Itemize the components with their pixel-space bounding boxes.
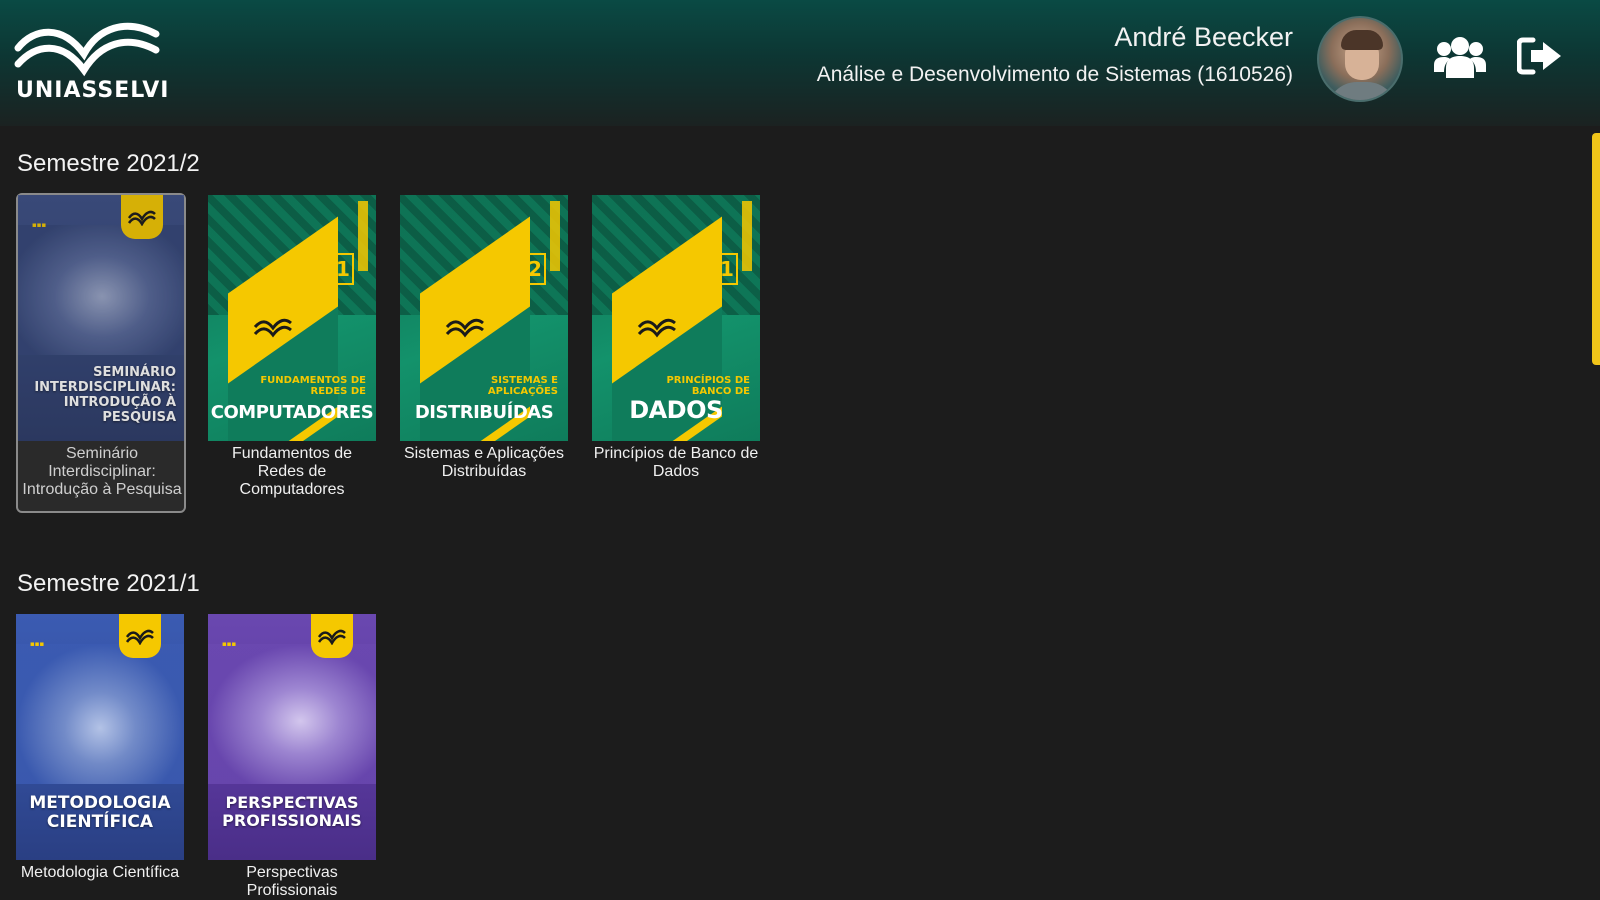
top-header: UNIASSELVI André Beecker Análise e Desen… bbox=[0, 0, 1600, 126]
uniasselvi-logo[interactable]: UNIASSELVI bbox=[14, 14, 168, 106]
cover-logo-tag bbox=[119, 614, 161, 658]
logout-icon bbox=[1517, 37, 1561, 75]
cover-volume: 1 bbox=[332, 253, 354, 285]
course-cover: 2 SISTEMAS E APLICAÇÕES DISTRIBUÍDAS bbox=[400, 195, 568, 441]
cover-side-strip bbox=[742, 201, 752, 271]
course-cover: 1 FUNDAMENTOS DE REDES DE COMPUTADORES bbox=[208, 195, 376, 441]
mini-logo-icon bbox=[253, 318, 292, 338]
cover-volume: 1 bbox=[716, 253, 738, 285]
cover-title: METODOLOGIA CIENTÍFICA bbox=[29, 793, 171, 832]
scrollbar-thumb[interactable] bbox=[1592, 133, 1600, 365]
course-card-seminario[interactable]: ▪▪▪ SEMINÁRIO INTERDISCIPLINAR: INTRODUÇ… bbox=[16, 193, 186, 513]
mini-logo-icon bbox=[445, 318, 484, 338]
users-group-button[interactable] bbox=[1432, 28, 1488, 84]
cover-title: COMPUTADORES bbox=[210, 402, 374, 423]
user-course: Análise e Desenvolvimento de Sistemas (1… bbox=[816, 63, 1293, 86]
cover-title: PERSPECTIVAS PROFISSIONAIS bbox=[222, 793, 362, 830]
course-label: Fundamentos de Redes de Computadores bbox=[231, 445, 353, 498]
course-card-perspectivas[interactable]: ▪▪▪ PERSPECTIVAS PROFISSIONAIS Perspecti… bbox=[208, 614, 378, 900]
logout-button[interactable] bbox=[1512, 28, 1568, 84]
section-title-2021-2: Semestre 2021/2 bbox=[17, 150, 200, 177]
cover-photo bbox=[208, 644, 376, 784]
users-group-icon bbox=[1434, 37, 1486, 78]
cover-title: DISTRIBUÍDAS bbox=[414, 402, 554, 423]
cover-edition-text: ▪▪▪ bbox=[222, 640, 237, 648]
mini-logo-icon bbox=[125, 629, 154, 645]
logo-text: UNIASSELVI bbox=[16, 78, 170, 103]
user-name: André Beecker bbox=[1114, 22, 1293, 52]
course-cover: 1 PRINCÍPIOS DE BANCO DE DADOS bbox=[592, 195, 760, 441]
course-card-metodologia[interactable]: ▪▪▪ METODOLOGIA CIENTÍFICA Metodologia C… bbox=[16, 614, 186, 882]
course-cover: ▪▪▪ METODOLOGIA CIENTÍFICA bbox=[16, 614, 184, 860]
mini-logo-icon bbox=[127, 210, 156, 226]
cover-side-strip bbox=[358, 201, 368, 271]
cover-subtitle: SISTEMAS E APLICAÇÕES bbox=[487, 375, 558, 397]
cover-edition-text: ▪▪▪ bbox=[30, 640, 45, 648]
cover-photo bbox=[18, 225, 184, 355]
mini-logo-icon bbox=[317, 629, 346, 645]
cover-volume: 2 bbox=[524, 253, 546, 285]
cover-title: SEMINÁRIO INTERDISCIPLINAR: INTRODUÇÃO À… bbox=[34, 365, 176, 425]
course-label: Perspectivas Profissionais bbox=[246, 864, 338, 899]
cover-logo-tag bbox=[121, 195, 163, 239]
course-label: Sistemas e Aplicações Distribuídas bbox=[403, 445, 565, 480]
cover-logo-tag bbox=[311, 614, 353, 658]
course-label: Princípios de Banco de Dados bbox=[593, 445, 759, 480]
section-title-2021-1: Semestre 2021/1 bbox=[17, 570, 200, 597]
course-cover: ▪▪▪ PERSPECTIVAS PROFISSIONAIS bbox=[208, 614, 376, 860]
avatar-hair bbox=[1341, 30, 1383, 50]
avatar-shirt bbox=[1327, 82, 1397, 100]
avatar[interactable] bbox=[1317, 16, 1403, 102]
course-label: Seminário Interdisciplinar: Introdução à… bbox=[22, 445, 182, 498]
course-card-redes[interactable]: 1 FUNDAMENTOS DE REDES DE COMPUTADORES F… bbox=[208, 195, 378, 499]
cover-title: DADOS bbox=[629, 396, 723, 424]
cover-side-strip bbox=[550, 201, 560, 271]
cover-subtitle: PRINCÍPIOS DE BANCO DE bbox=[666, 375, 750, 397]
course-label: Metodologia Científica bbox=[20, 864, 180, 881]
course-card-distribuidas[interactable]: 2 SISTEMAS E APLICAÇÕES DISTRIBUÍDAS Sis… bbox=[400, 195, 570, 481]
cover-photo bbox=[16, 644, 184, 784]
cover-subtitle: FUNDAMENTOS DE REDES DE bbox=[260, 375, 366, 397]
course-card-banco-dados[interactable]: 1 PRINCÍPIOS DE BANCO DE DADOS Princípio… bbox=[592, 195, 762, 481]
mini-logo-icon bbox=[637, 318, 676, 338]
course-cover: ▪▪▪ SEMINÁRIO INTERDISCIPLINAR: INTRODUÇ… bbox=[18, 195, 184, 441]
logo-wings-icon bbox=[14, 22, 160, 77]
cover-edition-text: ▪▪▪ bbox=[32, 221, 47, 229]
